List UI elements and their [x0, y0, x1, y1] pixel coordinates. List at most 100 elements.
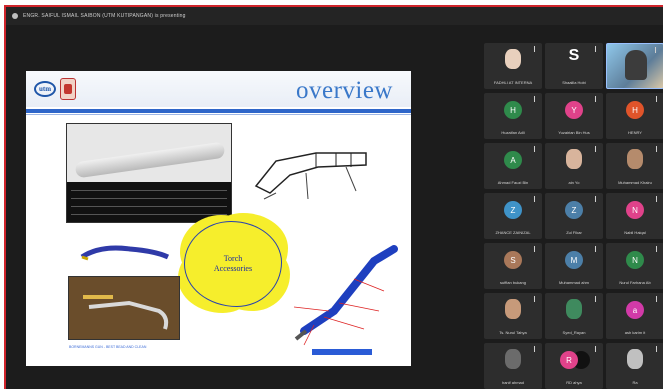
cloud-line-2: Accessories [213, 264, 253, 273]
mic-off-icon [534, 196, 538, 202]
torch-workbench-photo: BORNEMANNS GUN - BEST BEAD AND CLEAN [68, 276, 180, 349]
screenshot-frame: ENGR. SAIFUL ISMAIL SAIBON (UTM KUTIPANG… [0, 0, 663, 389]
participant-name: Ra [632, 380, 638, 385]
slide-title: overview [295, 77, 393, 104]
participant-name: hanif ahmad [501, 380, 524, 385]
mic-off-icon [595, 346, 599, 352]
presenter-status-text: ENGR. SAIFUL ISMAIL SAIBON (UTM KUTIPANG… [23, 13, 186, 19]
participant-avatar: A [504, 151, 522, 169]
shared-slide[interactable]: utm overview Torch Accessories BORNEMANN… [26, 71, 411, 366]
participant-tile[interactable]: N Nabil Haiqal [606, 193, 663, 239]
participant-name: Syed_Rayan [562, 330, 586, 335]
torch-gun-image [74, 141, 226, 179]
participant-tile[interactable]: Z Zul Fikar [545, 193, 603, 239]
participant-grid: FADHLI AT INTERNA S Shaalila Hobi H Huzaifan… [484, 43, 663, 391]
participant-tile[interactable]: M Muhammad ahm [545, 243, 603, 289]
participant-name: Muhammad Khairu [618, 180, 652, 185]
slide-header: utm overview [26, 71, 411, 107]
workbench-torch-image [83, 295, 169, 330]
participant-name: Yuzairian Bin Hus [558, 130, 590, 135]
participant-tile[interactable]: S Shaalila Hobi [545, 43, 603, 89]
torch-diagram [254, 152, 367, 200]
participant-tile[interactable]: hanif ahmad [484, 343, 542, 389]
participant-photo [627, 149, 643, 169]
participant-tile[interactable]: R RD ahya [545, 343, 603, 389]
participant-tile[interactable]: Z ZHANCE ZAINIZAL [484, 193, 542, 239]
participant-avatar: Z [504, 201, 522, 219]
participant-avatar: M [565, 251, 583, 269]
participant-photo [566, 299, 582, 319]
participant-tile[interactable]: ain Yo [545, 143, 603, 189]
participant-initial: S [568, 47, 580, 64]
participant-name: Muhammad ahm [558, 280, 589, 285]
mic-off-icon [534, 46, 538, 52]
participant-name: FADHLI AT INTERNA [493, 80, 533, 85]
participant-avatar: Z [565, 201, 583, 219]
presenter-bar: ENGR. SAIFUL ISMAIL SAIBON (UTM KUTIPANG… [6, 7, 663, 25]
participant-tile[interactable]: H Huzaifan Adli [484, 93, 542, 139]
participant-tile[interactable]: N Nurul Farhana Ab [606, 243, 663, 289]
participant-avatar: H [504, 101, 522, 119]
mic-off-icon [595, 96, 599, 102]
participant-avatar: H [626, 101, 644, 119]
mic-off-icon [656, 96, 660, 102]
participant-tile[interactable]: Ts. Nurul Tahya [484, 293, 542, 339]
participant-avatar: Y [565, 101, 583, 119]
mic-off-icon [595, 246, 599, 252]
torch-accessories-cloud: Torch Accessories [184, 221, 282, 307]
participant-tile[interactable]: FADHLI AT INTERNA [484, 43, 542, 89]
participant-name: Nabil Haiqal [624, 230, 646, 235]
mic-off-icon [595, 196, 599, 202]
participant-name: RD ahya [566, 380, 582, 385]
participant-name: HENRY [628, 130, 642, 135]
participant-tile[interactable]: H HENRY [606, 93, 663, 139]
slide-divider [26, 109, 411, 113]
participant-tile[interactable]: Ssuffian bukang [484, 243, 542, 289]
participant-video [625, 50, 647, 80]
blue-torch-image [80, 245, 170, 261]
mic-off-icon [656, 246, 660, 252]
participant-avatar: a [626, 301, 644, 319]
mig-gun-diagram [293, 245, 398, 355]
participant-name: ash karim it [624, 330, 646, 335]
participant-avatar: R [560, 351, 578, 369]
participant-photo [505, 299, 521, 319]
participant-tile[interactable]: Muhammad Khairu [606, 143, 663, 189]
slide-divider-thin [26, 114, 411, 115]
participant-name: Shaalila Hobi [562, 80, 586, 85]
participant-name: Ahmad Fauzi Bin [497, 180, 529, 185]
mic-off-icon [656, 346, 660, 352]
participant-tile[interactable]: A Ahmad Fauzi Bin [484, 143, 542, 189]
participant-photo [566, 149, 582, 169]
participant-tile[interactable] [606, 43, 663, 89]
utm-logo: utm [34, 81, 56, 97]
mic-off-icon [655, 47, 659, 53]
participant-name: Nurul Farhana Ab [619, 280, 651, 285]
parts-table-image [67, 182, 231, 222]
mic-off-icon [595, 146, 599, 152]
mic-off-icon [534, 96, 538, 102]
emblem-logo [60, 78, 76, 100]
participant-name: ZHANCE ZAINIZAL [495, 230, 531, 235]
mic-off-icon [534, 296, 538, 302]
cloud-line-1: Torch [223, 254, 243, 263]
participant-name: suffian bukang [500, 280, 526, 285]
participant-name: ain Yo [568, 180, 580, 185]
mic-off-icon [656, 196, 660, 202]
mic-off-icon [656, 146, 660, 152]
workbench-caption: BORNEMANNS GUN - BEST BEAD AND CLEAN [69, 345, 147, 349]
participant-name: Huzaifan Adli [501, 130, 525, 135]
torch-parts-photo [66, 123, 232, 223]
mic-off-icon [534, 246, 538, 252]
participant-tile[interactable]: Syed_Rayan [545, 293, 603, 339]
participant-name: Ts. Nurul Tahya [499, 330, 527, 335]
participant-tile[interactable]: a ash karim it [606, 293, 663, 339]
participant-avatar: N [626, 201, 644, 219]
participant-photo [627, 349, 643, 369]
participant-tile[interactable]: Ra [606, 343, 663, 389]
participant-photo [505, 49, 521, 69]
participant-tile[interactable]: Y Yuzairian Bin Hus [545, 93, 603, 139]
mic-off-icon [595, 296, 599, 302]
participant-photo [505, 349, 521, 369]
mic-off-icon [534, 346, 538, 352]
